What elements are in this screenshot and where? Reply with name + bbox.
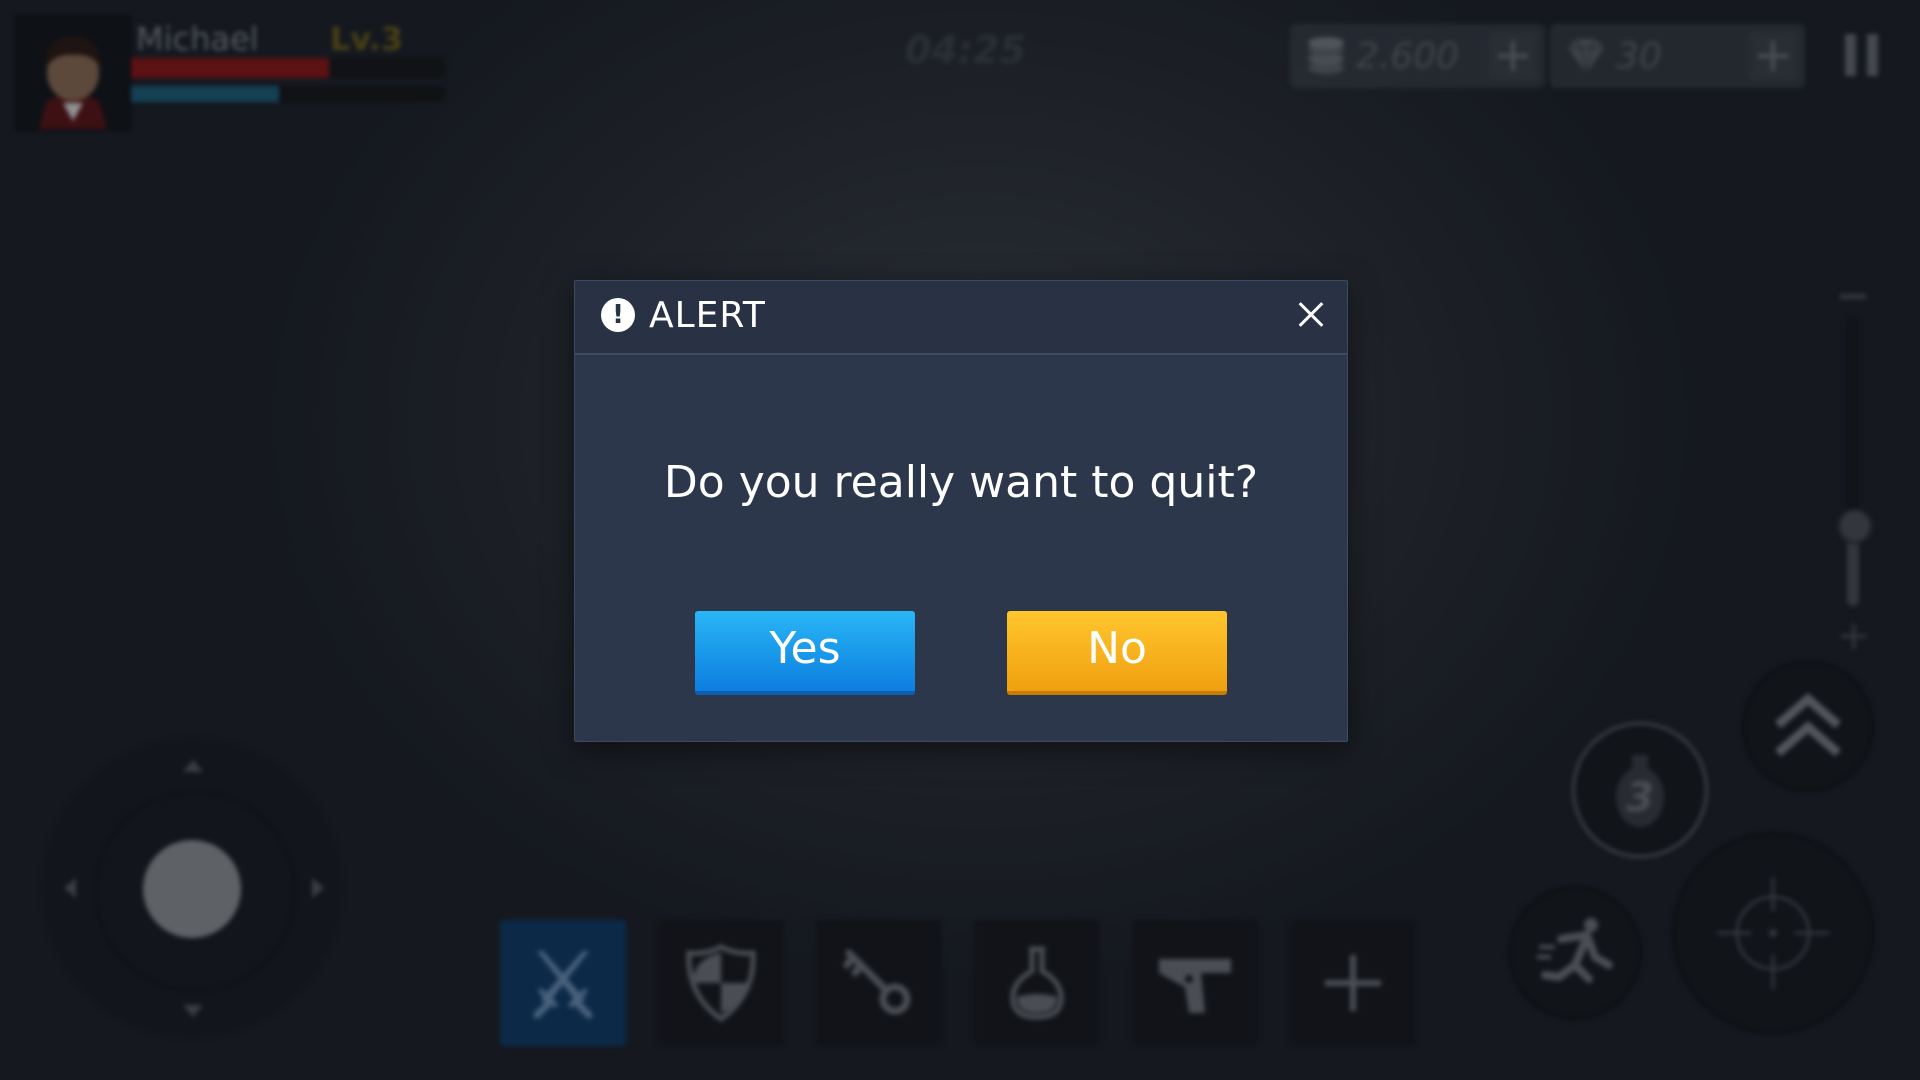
close-icon[interactable] — [1291, 295, 1331, 335]
no-button[interactable]: No — [1007, 611, 1227, 695]
exclamation-icon: ! — [601, 298, 635, 332]
quit-alert-dialog: ! ALERT Do you really want to quit? Yes … — [574, 280, 1348, 742]
dialog-header: ! ALERT — [575, 281, 1347, 355]
dialog-message: Do you really want to quit? — [663, 457, 1259, 508]
dialog-title: ALERT — [649, 295, 766, 336]
yes-button[interactable]: Yes — [695, 611, 915, 695]
